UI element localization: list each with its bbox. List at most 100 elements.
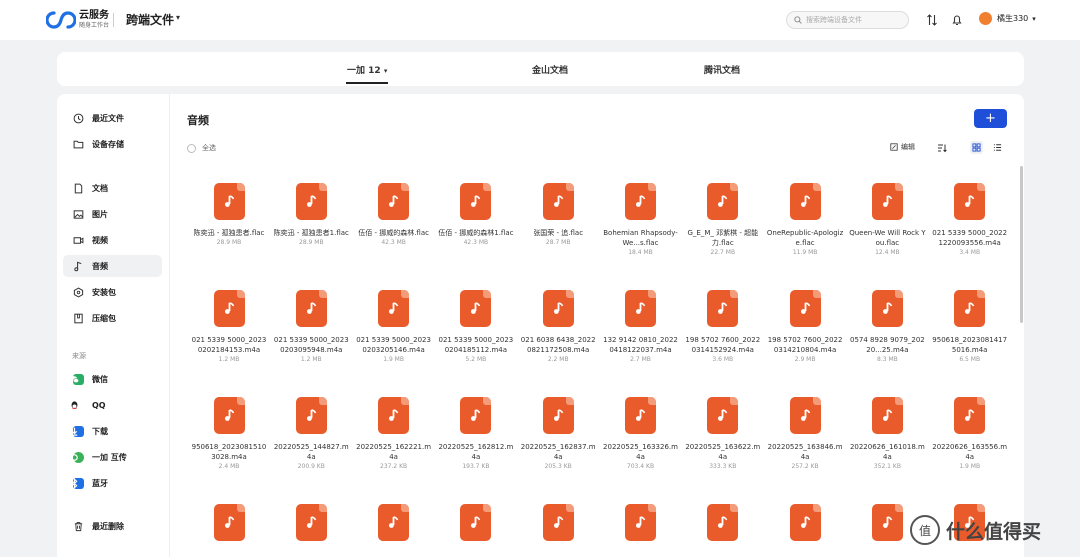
- audio-file-icon[interactable]: [295, 397, 327, 434]
- audio-file-icon[interactable]: [789, 290, 821, 327]
- file-item[interactable]: 021 6038 6438_20220821172508.m4a 2.2 MB: [517, 290, 599, 363]
- audio-file-icon[interactable]: [789, 183, 821, 220]
- file-item[interactable]: 950618_20230815103028.m4a 2.4 MB: [188, 397, 270, 470]
- file-item[interactable]: [682, 504, 764, 549]
- audio-file-icon[interactable]: [542, 290, 574, 327]
- file-item[interactable]: 20220525_162837.m4a 205.3 KB: [517, 397, 599, 470]
- audio-file-icon[interactable]: [625, 183, 656, 220]
- sidebar-item-qq[interactable]: QQ: [63, 394, 162, 416]
- audio-file-icon[interactable]: [460, 504, 492, 541]
- audio-file-icon[interactable]: [625, 397, 656, 434]
- select-all[interactable]: 全选: [187, 143, 216, 153]
- audio-file-icon[interactable]: [954, 183, 986, 220]
- audio-file-icon[interactable]: [295, 504, 327, 541]
- file-item[interactable]: [517, 504, 599, 549]
- file-item[interactable]: [270, 504, 352, 549]
- caret-down-icon[interactable]: ▾: [176, 13, 180, 22]
- file-item[interactable]: 陈奕迅 - 孤独患者1.flac 28.9 MB: [270, 183, 352, 246]
- file-item[interactable]: [600, 504, 682, 549]
- file-item[interactable]: G_E_M_ 邓紫棋 - 超能力.flac 22.7 MB: [682, 183, 764, 256]
- list-view-button[interactable]: [991, 141, 1004, 154]
- file-item[interactable]: 20220626_163556.m4a 1.9 MB: [929, 397, 1011, 470]
- audio-file-icon[interactable]: [871, 504, 903, 541]
- sidebar-item-recently-deleted[interactable]: 最近删除: [63, 515, 162, 537]
- audio-file-icon[interactable]: [707, 290, 739, 327]
- sidebar-item-bluetooth[interactable]: 蓝牙: [63, 472, 162, 494]
- audio-file-icon[interactable]: [213, 504, 245, 541]
- audio-file-icon[interactable]: [625, 504, 656, 541]
- file-item[interactable]: 张国荣 - 追.flac 28.7 MB: [517, 183, 599, 246]
- file-item[interactable]: 20220626_161018.m4a 352.1 KB: [846, 397, 928, 470]
- sidebar-item-images[interactable]: 图片: [63, 203, 162, 225]
- file-item[interactable]: 950618_20230814175016.m4a 6.5 MB: [929, 290, 1011, 363]
- audio-file-icon[interactable]: [378, 183, 410, 220]
- audio-file-icon[interactable]: [625, 290, 656, 327]
- file-item[interactable]: 0574 8928 9079_20220...25.m4a 8.3 MB: [846, 290, 928, 363]
- audio-file-icon[interactable]: [378, 290, 410, 327]
- file-item[interactable]: Queen-We Will Rock You.flac 12.4 MB: [846, 183, 928, 256]
- sidebar-item-documents[interactable]: 文档: [63, 177, 162, 199]
- file-item[interactable]: 20220525_163846.m4a 257.2 KB: [764, 397, 846, 470]
- audio-file-icon[interactable]: [871, 397, 903, 434]
- file-item[interactable]: 陈奕迅 - 孤独患者.flac 28.9 MB: [188, 183, 270, 246]
- file-item[interactable]: 132 9142 0810_20220418122037.m4a 2.7 MB: [600, 290, 682, 363]
- sidebar-item-archives[interactable]: 压缩包: [63, 307, 162, 329]
- file-item[interactable]: [764, 504, 846, 549]
- search-input[interactable]: [806, 16, 906, 24]
- file-item[interactable]: [435, 504, 517, 549]
- audio-file-icon[interactable]: [295, 183, 327, 220]
- file-item[interactable]: OneRepublic-Apologize.flac 11.9 MB: [764, 183, 846, 256]
- audio-file-icon[interactable]: [954, 397, 986, 434]
- sidebar-item-packages[interactable]: 安装包: [63, 281, 162, 303]
- add-button[interactable]: +: [974, 109, 1007, 128]
- tab-tencent-docs[interactable]: 腾讯文档: [704, 63, 740, 76]
- sidebar-item-device-storage[interactable]: 设备存储: [63, 133, 162, 155]
- grid-view-button[interactable]: [970, 141, 983, 154]
- audio-file-icon[interactable]: [954, 290, 986, 327]
- file-item[interactable]: 021 5339 5000_20230203095948.m4a 1.2 MB: [270, 290, 352, 363]
- select-all-checkbox[interactable]: [187, 143, 196, 153]
- audio-file-icon[interactable]: [789, 397, 821, 434]
- file-item[interactable]: 伍佰 - 挪威的森林.flac 42.3 MB: [353, 183, 435, 246]
- file-item[interactable]: 021 5339 5000_20230204185112.m4a 5.2 MB: [435, 290, 517, 363]
- sidebar-item-downloads[interactable]: 下载: [63, 420, 162, 442]
- audio-file-icon[interactable]: [707, 504, 739, 541]
- user-menu[interactable]: 橘生330 ▾: [979, 12, 1036, 25]
- file-item[interactable]: 021 5339 5000_20221220093556.m4a 3.4 MB: [929, 183, 1011, 256]
- audio-file-icon[interactable]: [542, 183, 574, 220]
- edit-button[interactable]: 编辑: [890, 142, 915, 152]
- app-title[interactable]: 跨端文件: [126, 11, 174, 28]
- sort-button[interactable]: [935, 141, 948, 154]
- file-item[interactable]: 021 5339 5000_20230203205146.m4a 1.9 MB: [353, 290, 435, 363]
- file-item[interactable]: 20220525_162812.m4a 193.7 KB: [435, 397, 517, 470]
- audio-file-icon[interactable]: [871, 183, 903, 220]
- transfer-icon[interactable]: [925, 13, 939, 27]
- file-item[interactable]: 20220525_162221.m4a 237.2 KB: [353, 397, 435, 470]
- audio-file-icon[interactable]: [460, 397, 492, 434]
- file-item[interactable]: 021 5339 5000_20230202184153.m4a 1.2 MB: [188, 290, 270, 363]
- audio-file-icon[interactable]: [707, 183, 739, 220]
- audio-file-icon[interactable]: [542, 397, 574, 434]
- audio-file-icon[interactable]: [789, 504, 821, 541]
- cloud-logo-icon[interactable]: [46, 9, 76, 31]
- audio-file-icon[interactable]: [213, 397, 245, 434]
- file-item[interactable]: 伍佰 - 挪威的森林1.flac 42.3 MB: [435, 183, 517, 246]
- sidebar-item-audio[interactable]: 音频: [63, 255, 162, 277]
- audio-file-icon[interactable]: [213, 183, 245, 220]
- audio-file-icon[interactable]: [707, 397, 739, 434]
- file-item[interactable]: [188, 504, 270, 549]
- caret-down-icon[interactable]: ▾: [1032, 15, 1036, 23]
- audio-file-icon[interactable]: [378, 397, 410, 434]
- bell-icon[interactable]: [950, 13, 964, 27]
- user-name[interactable]: 橘生330: [997, 13, 1028, 24]
- sidebar-item-wechat[interactable]: 微信: [63, 368, 162, 390]
- tab-oneplus-12[interactable]: 一加 12 ▾: [345, 63, 389, 84]
- audio-file-icon[interactable]: [295, 290, 327, 327]
- audio-file-icon[interactable]: [460, 290, 492, 327]
- file-item[interactable]: Bohemian Rhapsody-We...s.flac 18.4 MB: [600, 183, 682, 256]
- search-box[interactable]: [786, 11, 909, 29]
- audio-file-icon[interactable]: [871, 290, 903, 327]
- file-item[interactable]: 20220525_163622.m4a 333.3 KB: [682, 397, 764, 470]
- sidebar-item-videos[interactable]: 视频: [63, 229, 162, 251]
- tab-kingsoft-docs[interactable]: 金山文档: [532, 63, 568, 76]
